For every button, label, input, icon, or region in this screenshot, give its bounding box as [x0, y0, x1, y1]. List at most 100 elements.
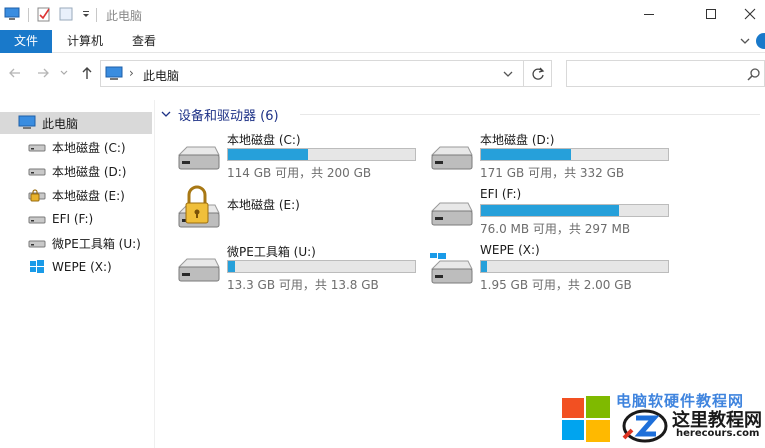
drive-tile-c[interactable]: 本地磁盘 (C:) 114 GB 可用，共 200 GB	[175, 131, 425, 183]
drive-name: 本地磁盘 (D:)	[480, 133, 555, 147]
drive-icon	[28, 216, 46, 224]
usage-bar-fill	[481, 261, 487, 272]
pc-icon	[105, 66, 123, 80]
usage-bar	[227, 260, 416, 273]
chevron-down-icon	[161, 111, 171, 117]
tab-file[interactable]: 文件	[0, 30, 52, 53]
expand-ribbon-chevron-icon[interactable]	[738, 34, 752, 48]
group-divider	[300, 114, 760, 115]
sidebar-item-drive-d[interactable]: 本地磁盘 (D:)	[0, 160, 152, 182]
drive-size: 171 GB 可用，共 332 GB	[480, 166, 625, 180]
recent-locations-dropdown[interactable]	[58, 64, 70, 82]
drive-name: 本地磁盘 (C:)	[227, 133, 301, 147]
new-folder-icon[interactable]	[58, 6, 74, 22]
title-separator	[96, 8, 97, 22]
drive-tile-f[interactable]: EFI (F:) 76.0 MB 可用，共 297 MB	[428, 187, 678, 239]
sidebar-item-drive-x[interactable]: WEPE (X:)	[0, 256, 152, 278]
windows-drive-icon	[430, 253, 473, 284]
back-arrow-icon	[9, 68, 20, 78]
sidebar-item-label: WEPE (X:)	[52, 260, 112, 274]
watermark: 电脑软硬件教程网 这里教程网 herecours.com	[560, 388, 765, 448]
locked-drive-icon	[177, 185, 220, 228]
sidebar-item-drive-u[interactable]: 微PE工具箱 (U:)	[0, 232, 152, 254]
close-button[interactable]	[734, 0, 765, 28]
sidebar-item-label: 此电脑	[42, 116, 79, 131]
drive-size: 13.3 GB 可用，共 13.8 GB	[227, 278, 379, 292]
drive-name: EFI (F:)	[480, 187, 522, 201]
drive-size: 76.0 MB 可用，共 297 MB	[480, 222, 631, 236]
quick-access-separator	[28, 8, 29, 22]
title-bar: 此电脑	[0, 0, 765, 30]
customize-toolbar-dropdown-icon[interactable]	[78, 6, 94, 22]
drive-icon	[177, 258, 220, 282]
drive-icon	[430, 146, 473, 170]
windows-logo-icon	[562, 396, 610, 442]
up-arrow-icon	[82, 67, 92, 79]
usage-bar	[480, 148, 669, 161]
sidebar-item-label: 本地磁盘 (E:)	[52, 188, 125, 203]
sidebar-item-label: 本地磁盘 (C:)	[52, 140, 126, 155]
sidebar-item-drive-e[interactable]: 本地磁盘 (E:)	[0, 184, 152, 206]
watermark-url: herecours.com	[676, 428, 760, 439]
group-title: 设备和驱动器 (6)	[178, 108, 279, 124]
drive-size: 114 GB 可用，共 200 GB	[227, 166, 372, 180]
windows-drive-icon	[30, 260, 44, 273]
sidebar-item-label: EFI (F:)	[52, 212, 94, 226]
window-title: 此电脑	[106, 9, 143, 23]
drive-tile-e[interactable]: 本地磁盘 (E:)	[175, 185, 425, 245]
forward-button[interactable]	[34, 64, 52, 82]
drive-name: 本地磁盘 (E:)	[227, 198, 300, 212]
help-icon[interactable]	[756, 33, 765, 49]
drive-tile-x[interactable]: WEPE (X:) 1.95 GB 可用，共 2.00 GB	[428, 243, 678, 295]
computer-icon[interactable]	[4, 6, 20, 22]
drive-icon	[28, 144, 46, 152]
tab-view[interactable]: 查看	[122, 30, 166, 53]
minimize-button[interactable]	[626, 0, 672, 28]
search-icon	[747, 68, 760, 81]
chevron-down-icon	[60, 70, 68, 75]
drive-icon	[430, 202, 473, 226]
breadcrumb[interactable]: 此电脑	[143, 67, 179, 84]
usage-bar-fill	[228, 261, 236, 272]
drive-name: 微PE工具箱 (U:)	[227, 245, 316, 259]
drive-name: WEPE (X:)	[480, 243, 540, 257]
drive-size: 1.95 GB 可用，共 2.00 GB	[480, 278, 632, 292]
sidebar-item-drive-c[interactable]: 本地磁盘 (C:)	[0, 136, 152, 158]
usage-bar-fill	[481, 149, 571, 160]
refresh-button[interactable]	[524, 60, 552, 87]
pane-divider[interactable]	[154, 100, 155, 448]
drive-tile-d[interactable]: 本地磁盘 (D:) 171 GB 可用，共 332 GB	[428, 131, 678, 183]
close-icon	[744, 8, 755, 20]
usage-bar	[480, 204, 669, 217]
address-dropdown-chevron-icon[interactable]	[501, 67, 515, 81]
locked-drive-icon	[28, 189, 46, 202]
site-badge-icon	[622, 409, 668, 443]
up-button[interactable]	[78, 64, 96, 82]
usage-bar	[480, 260, 669, 273]
usage-bar-fill	[228, 149, 309, 160]
ribbon-tabs: 文件 计算机 查看	[0, 30, 765, 53]
refresh-icon	[531, 67, 544, 80]
drive-tile-u[interactable]: 微PE工具箱 (U:) 13.3 GB 可用，共 13.8 GB	[175, 243, 425, 295]
usage-bar-fill	[481, 205, 620, 216]
usage-bar	[227, 148, 416, 161]
tab-computer[interactable]: 计算机	[60, 30, 110, 53]
properties-icon[interactable]	[36, 6, 52, 22]
minimize-icon	[644, 14, 654, 15]
navigation-pane: 此电脑 本地磁盘 (C:) 本地磁盘 (D:) 本地磁盘 (E:) EFI (F…	[0, 100, 154, 448]
sidebar-item-this-pc[interactable]: 此电脑	[0, 112, 152, 134]
back-button[interactable]	[6, 64, 24, 82]
sidebar-item-drive-f[interactable]: EFI (F:)	[0, 208, 152, 230]
breadcrumb-separator[interactable]: ›	[129, 66, 134, 80]
sidebar-item-label: 微PE工具箱 (U:)	[52, 236, 141, 251]
sidebar-item-label: 本地磁盘 (D:)	[52, 164, 127, 179]
drive-icon	[177, 146, 220, 170]
search-input[interactable]	[566, 60, 765, 87]
address-bar[interactable]: › 此电脑	[100, 60, 524, 87]
group-header-devices[interactable]: 设备和驱动器 (6)	[160, 105, 279, 124]
pc-icon	[18, 115, 36, 129]
drive-icon	[28, 240, 46, 248]
maximize-button[interactable]	[688, 0, 734, 28]
forward-arrow-icon	[38, 68, 49, 78]
maximize-icon	[706, 9, 716, 19]
